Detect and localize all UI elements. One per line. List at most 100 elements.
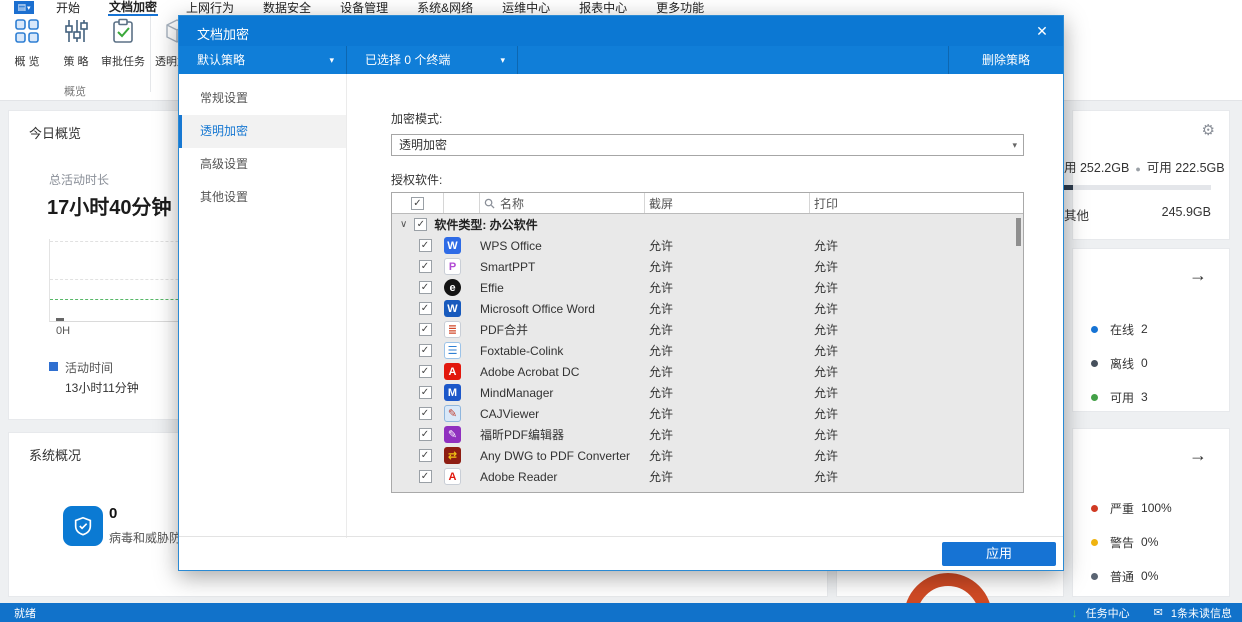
row-checkbox[interactable] — [419, 302, 432, 315]
screenshot-permission[interactable]: 允许 — [645, 342, 810, 359]
menu-tab[interactable]: 上网行为 — [185, 1, 235, 15]
menu-tab[interactable]: 文档加密 — [108, 0, 158, 16]
unread-messages-link[interactable]: 1条未读信息 — [1171, 605, 1232, 621]
settings-nav-item[interactable]: 透明加密 — [179, 115, 346, 148]
table-row[interactable]: A Adobe Acrobat DC 允许 允许 — [392, 361, 1023, 382]
arrow-right-icon[interactable]: → — [1189, 445, 1207, 466]
policy-dropdown-value: 默认策略 — [197, 53, 245, 67]
terminal-dropdown[interactable]: 已选择 0 个终端 ▾ — [347, 46, 518, 74]
tool-label: 策 略 — [51, 53, 101, 69]
print-permission[interactable]: 允许 — [810, 447, 1023, 464]
card-title: 今日概览 — [29, 123, 81, 142]
row-checkbox[interactable] — [419, 260, 432, 273]
settings-nav-item[interactable]: 常规设置 — [179, 82, 346, 115]
menu-tab[interactable]: 运维中心 — [501, 1, 551, 15]
screenshot-permission[interactable]: 允许 — [645, 447, 810, 464]
screenshot-permission[interactable]: 允许 — [645, 363, 810, 380]
screenshot-permission[interactable]: 允许 — [645, 426, 810, 443]
print-permission[interactable]: 允许 — [810, 363, 1023, 380]
table-row[interactable]: W WPS Office 允许 允许 — [392, 235, 1023, 256]
search-icon[interactable] — [484, 198, 495, 209]
menu-tab[interactable]: 更多功能 — [655, 1, 705, 15]
tool-label: 审批任务 — [98, 53, 148, 69]
screenshot-permission[interactable]: 允许 — [645, 300, 810, 317]
row-checkbox[interactable] — [419, 323, 432, 336]
print-permission[interactable]: 允许 — [810, 279, 1023, 296]
screenshot-permission[interactable]: 允许 — [645, 468, 810, 485]
disk-usage-card: ⚙ 用 252.2GB●可用 222.5GB 其他 245.9GB — [1072, 110, 1230, 240]
risk-row: 警告 0% — [1091, 532, 1172, 552]
row-checkbox[interactable] — [419, 428, 432, 441]
screenshot-permission[interactable]: 允许 — [645, 321, 810, 338]
table-row[interactable]: e Effie 允许 允许 — [392, 277, 1023, 298]
menu-tab[interactable]: 设备管理 — [339, 1, 389, 15]
software-group-row[interactable]: ∨ 软件类型: 办公软件 — [392, 214, 1023, 235]
screenshot-permission[interactable]: 允许 — [645, 405, 810, 422]
tool-policy[interactable]: 策 略 — [51, 18, 101, 69]
tool-approval-tasks[interactable]: 审批任务 — [98, 18, 148, 69]
chevron-down-icon[interactable]: ∨ — [400, 219, 407, 230]
row-checkbox[interactable] — [419, 407, 432, 420]
app-icon: e — [444, 279, 461, 296]
gear-icon[interactable]: ⚙ — [1202, 121, 1215, 139]
print-column-header[interactable]: 打印 — [810, 193, 1023, 213]
app-name: CAJViewer — [480, 407, 645, 421]
tool-overview[interactable]: 概 览 — [2, 18, 52, 69]
close-icon[interactable]: ✕ — [1033, 22, 1051, 40]
menu-tab[interactable]: 数据安全 — [262, 1, 312, 15]
mail-icon: ✉ — [1154, 606, 1163, 619]
select-all-checkbox[interactable] — [411, 197, 424, 210]
screenshot-permission[interactable]: 允许 — [645, 237, 810, 254]
print-permission[interactable]: 允许 — [810, 237, 1023, 254]
print-permission[interactable]: 允许 — [810, 405, 1023, 422]
table-row[interactable]: A Adobe Reader 允许 允许 — [392, 466, 1023, 487]
row-checkbox[interactable] — [419, 281, 432, 294]
print-permission[interactable]: 允许 — [810, 426, 1023, 443]
app-menu-button[interactable]: ▤▾ — [14, 1, 34, 14]
row-checkbox[interactable] — [419, 365, 432, 378]
row-checkbox[interactable] — [419, 470, 432, 483]
download-arrow-icon: ↓ — [1072, 606, 1078, 620]
settings-nav-item[interactable]: 高级设置 — [179, 148, 346, 181]
encryption-mode-select[interactable]: 透明加密 ▾ — [391, 134, 1024, 156]
shield-icon — [63, 506, 103, 546]
task-center-link[interactable]: 任务中心 — [1086, 605, 1130, 621]
table-header: 名称 截屏 打印 — [392, 193, 1023, 214]
arrow-right-icon[interactable]: → — [1189, 265, 1207, 286]
status-dot — [1091, 360, 1098, 367]
table-row[interactable]: M MindManager 允许 允许 — [392, 382, 1023, 403]
print-permission[interactable]: 允许 — [810, 321, 1023, 338]
screenshot-permission[interactable]: 允许 — [645, 384, 810, 401]
name-column-header[interactable]: 名称 — [480, 193, 645, 213]
print-permission[interactable]: 允许 — [810, 342, 1023, 359]
settings-nav-item[interactable]: 其他设置 — [179, 181, 346, 214]
table-row[interactable]: P SmartPPT 允许 允许 — [392, 256, 1023, 277]
scrollbar-thumb[interactable] — [1016, 218, 1021, 246]
screenshot-permission[interactable]: 允许 — [645, 258, 810, 275]
apply-button[interactable]: 应用 — [942, 542, 1056, 566]
group-checkbox[interactable] — [414, 218, 427, 231]
table-row[interactable]: ☰ Foxtable-Colink 允许 允许 — [392, 340, 1023, 361]
table-row[interactable]: ⇄ Any DWG to PDF Converter 允许 允许 — [392, 445, 1023, 466]
print-permission[interactable]: 允许 — [810, 258, 1023, 275]
clipboard-check-icon — [110, 31, 136, 48]
document-encryption-dialog: 文档加密 ✕ 默认策略 ▾ 已选择 0 个终端 ▾ 删除策略 常规设置透明加密高… — [178, 15, 1064, 571]
policy-dropdown[interactable]: 默认策略 ▾ — [179, 46, 347, 74]
screenshot-column-header[interactable]: 截屏 — [645, 193, 810, 213]
print-permission[interactable]: 允许 — [810, 300, 1023, 317]
menu-tab[interactable]: 开始 — [55, 1, 81, 15]
screenshot-permission[interactable]: 允许 — [645, 279, 810, 296]
table-row[interactable]: ≣ PDF合并 允许 允许 — [392, 319, 1023, 340]
menu-tab[interactable]: 报表中心 — [578, 1, 628, 15]
row-checkbox[interactable] — [419, 239, 432, 252]
row-checkbox[interactable] — [419, 449, 432, 462]
row-checkbox[interactable] — [419, 344, 432, 357]
menu-tab[interactable]: 系统&网络 — [416, 1, 474, 15]
table-row[interactable]: W Microsoft Office Word 允许 允许 — [392, 298, 1023, 319]
print-permission[interactable]: 允许 — [810, 468, 1023, 485]
table-row[interactable]: ✎ CAJViewer 允许 允许 — [392, 403, 1023, 424]
row-checkbox[interactable] — [419, 386, 432, 399]
delete-policy-button[interactable]: 删除策略 — [948, 46, 1063, 74]
print-permission[interactable]: 允许 — [810, 384, 1023, 401]
table-row[interactable]: ✎ 福昕PDF编辑器 允许 允许 — [392, 424, 1023, 445]
